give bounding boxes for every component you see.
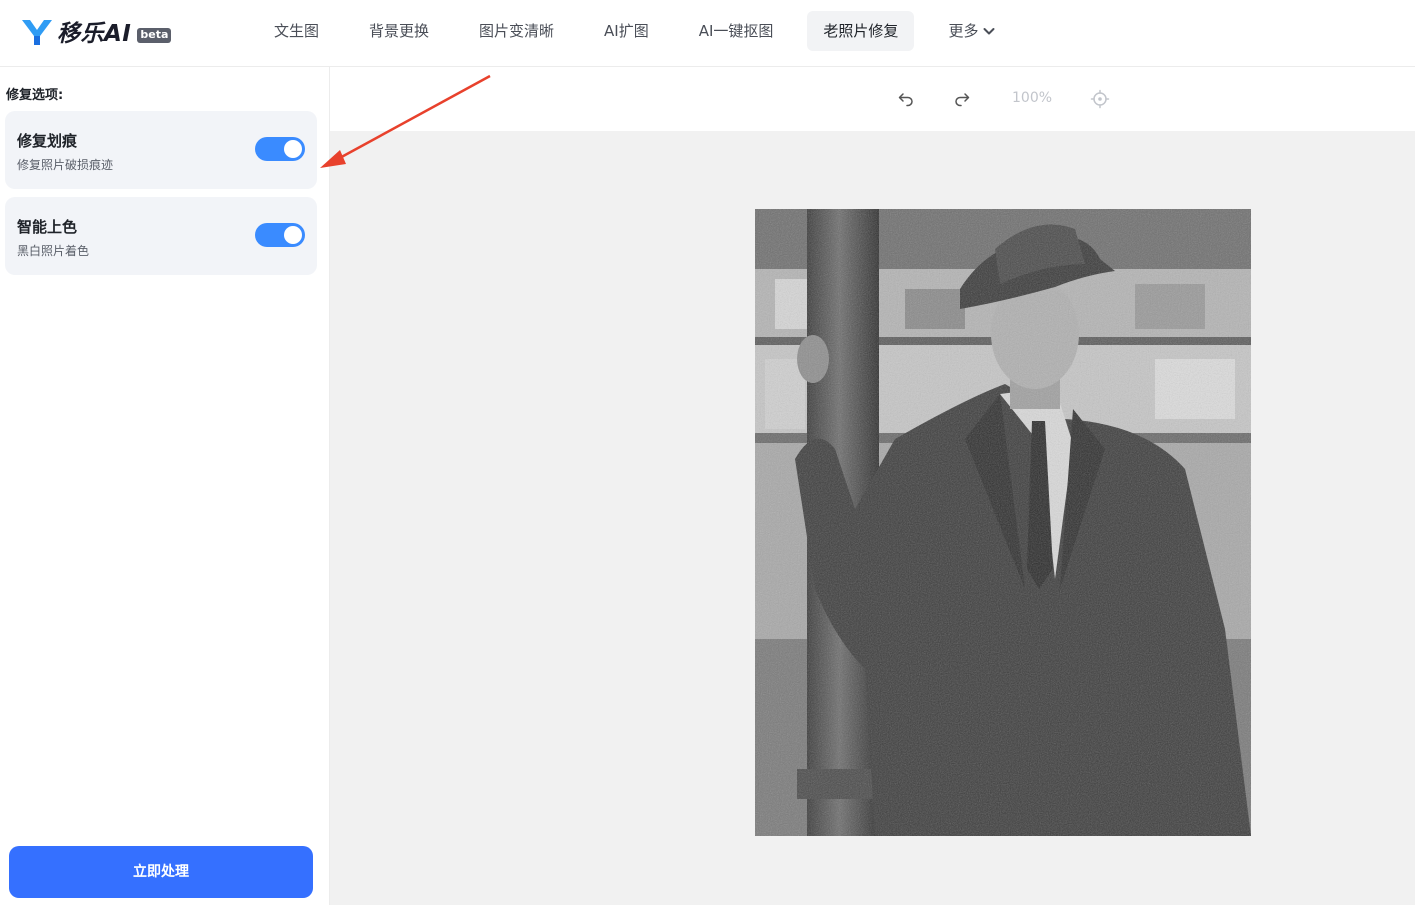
- nav-ai-cutout[interactable]: AI一键抠图: [683, 11, 790, 51]
- option-desc: 黑白照片着色: [17, 244, 90, 258]
- option-scratch-repair: 修复划痕 修复照片破损痕迹: [5, 111, 317, 189]
- undo-icon[interactable]: [896, 89, 916, 109]
- beta-badge: beta: [137, 27, 172, 43]
- scratch-repair-toggle[interactable]: [255, 137, 305, 161]
- option-colorize: 智能上色 黑白照片着色: [5, 197, 317, 275]
- nav-more-label: 更多: [948, 22, 979, 40]
- old-photo-image[interactable]: [755, 209, 1251, 836]
- nav-image-enhance[interactable]: 图片变清晰: [463, 11, 570, 51]
- option-desc: 修复照片破损痕迹: [17, 158, 114, 172]
- zoom-level: 100%: [1012, 90, 1053, 106]
- toggle-knob: [284, 140, 302, 158]
- process-now-button[interactable]: 立即处理: [9, 846, 313, 898]
- logo[interactable]: 移乐AI beta: [20, 14, 172, 48]
- section-title: 修复选项:: [6, 88, 64, 103]
- top-header: 移乐AI beta 文生图 背景更换 图片变清晰 AI扩图 AI一键抠图 老照片…: [0, 0, 1415, 67]
- crosshair-icon[interactable]: [1090, 89, 1110, 109]
- main-nav: 文生图 背景更换 图片变清晰 AI扩图 AI一键抠图 老照片修复 更多: [258, 11, 1030, 51]
- toggle-knob: [284, 226, 302, 244]
- canvas-toolbar: 100%: [330, 67, 1415, 131]
- redo-icon[interactable]: [952, 89, 972, 109]
- chevron-down-icon: [983, 28, 995, 35]
- nav-background-replace[interactable]: 背景更换: [353, 11, 445, 51]
- nav-text-to-image[interactable]: 文生图: [258, 11, 335, 51]
- colorize-toggle[interactable]: [255, 223, 305, 247]
- options-panel: 修复选项: 修复划痕 修复照片破损痕迹 智能上色 黑白照片着色 立即处理: [0, 67, 330, 905]
- image-canvas[interactable]: [330, 131, 1415, 905]
- option-title: 智能上色: [17, 218, 78, 236]
- logo-icon: [22, 20, 52, 45]
- logo-text: 移乐AI: [57, 21, 132, 47]
- nav-more[interactable]: 更多: [932, 11, 1012, 51]
- option-title: 修复划痕: [17, 132, 78, 150]
- nav-ai-expand[interactable]: AI扩图: [588, 11, 665, 51]
- nav-old-photo-restore[interactable]: 老照片修复: [807, 11, 915, 51]
